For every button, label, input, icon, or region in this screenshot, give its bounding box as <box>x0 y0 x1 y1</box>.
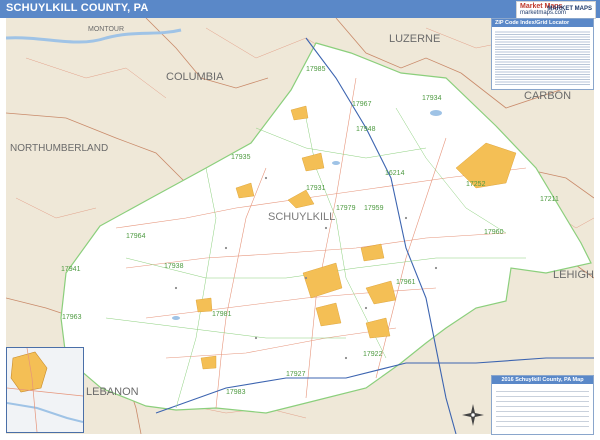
zip-label: 16214 <box>385 170 405 177</box>
inset-svg <box>6 347 84 433</box>
zip-label: 17981 <box>212 311 232 318</box>
zip-label: 17983 <box>226 389 246 396</box>
county-label-columbia: COLUMBIA <box>166 71 224 83</box>
zip-label: 17934 <box>422 95 442 102</box>
county-label-lebanon: LEBANON <box>86 386 139 398</box>
zip-label: 17959 <box>364 205 384 212</box>
county-label-lehigh: LEHIGH <box>553 269 594 281</box>
zip-label: 17931 <box>306 185 326 192</box>
zip-index-list <box>495 30 590 86</box>
zip-label: 17927 <box>286 371 306 378</box>
county-label-northumberland: NORTHUMBERLAND <box>10 143 108 154</box>
zip-code-index: ZIP Code Index/Grid Locator <box>491 18 594 90</box>
legend-title: 2016 Schuylkill County, PA Map <box>492 376 593 384</box>
zip-label: 17252 <box>466 181 486 188</box>
map-page: SCHUYLKILL COUNTY, PA Market Maps market… <box>0 0 600 440</box>
locator-inset-map[interactable] <box>6 347 84 433</box>
zip-label: 17979 <box>336 205 356 212</box>
zip-index-title: ZIP Code Index/Grid Locator <box>492 19 593 27</box>
zip-label: 17211 <box>540 196 559 203</box>
zip-label: 17948 <box>356 126 376 133</box>
zip-label: 17961 <box>396 279 416 286</box>
map-title: SCHUYLKILL COUNTY, PA <box>6 2 149 14</box>
legend-items <box>496 387 589 431</box>
zip-label: 17967 <box>352 101 372 108</box>
county-label-carbon: CARBON <box>524 90 571 102</box>
zip-label: 17922 <box>363 351 383 358</box>
zip-label: 17941 <box>61 266 81 273</box>
brand-logo: Market Maps marketmaps.com MARKET MAPS <box>516 1 596 19</box>
compass-rose-icon <box>462 404 484 426</box>
county-label-luzerne: LUZERNE <box>389 33 440 45</box>
zip-label: 17938 <box>164 263 184 270</box>
zip-label: 17935 <box>231 154 251 161</box>
zip-label: 17964 <box>126 233 146 240</box>
county-label-schuylkill: SCHUYLKILL <box>268 211 335 223</box>
title-bar: SCHUYLKILL COUNTY, PA Market Maps market… <box>0 0 600 19</box>
zip-label: 17985 <box>306 66 326 73</box>
county-label-montour: MONTOUR <box>88 26 124 33</box>
zip-label: 17963 <box>62 314 82 321</box>
brand-right: MARKET MAPS <box>547 6 592 12</box>
zip-label: 17960 <box>484 229 504 236</box>
map-legend: 2016 Schuylkill County, PA Map <box>491 375 594 435</box>
